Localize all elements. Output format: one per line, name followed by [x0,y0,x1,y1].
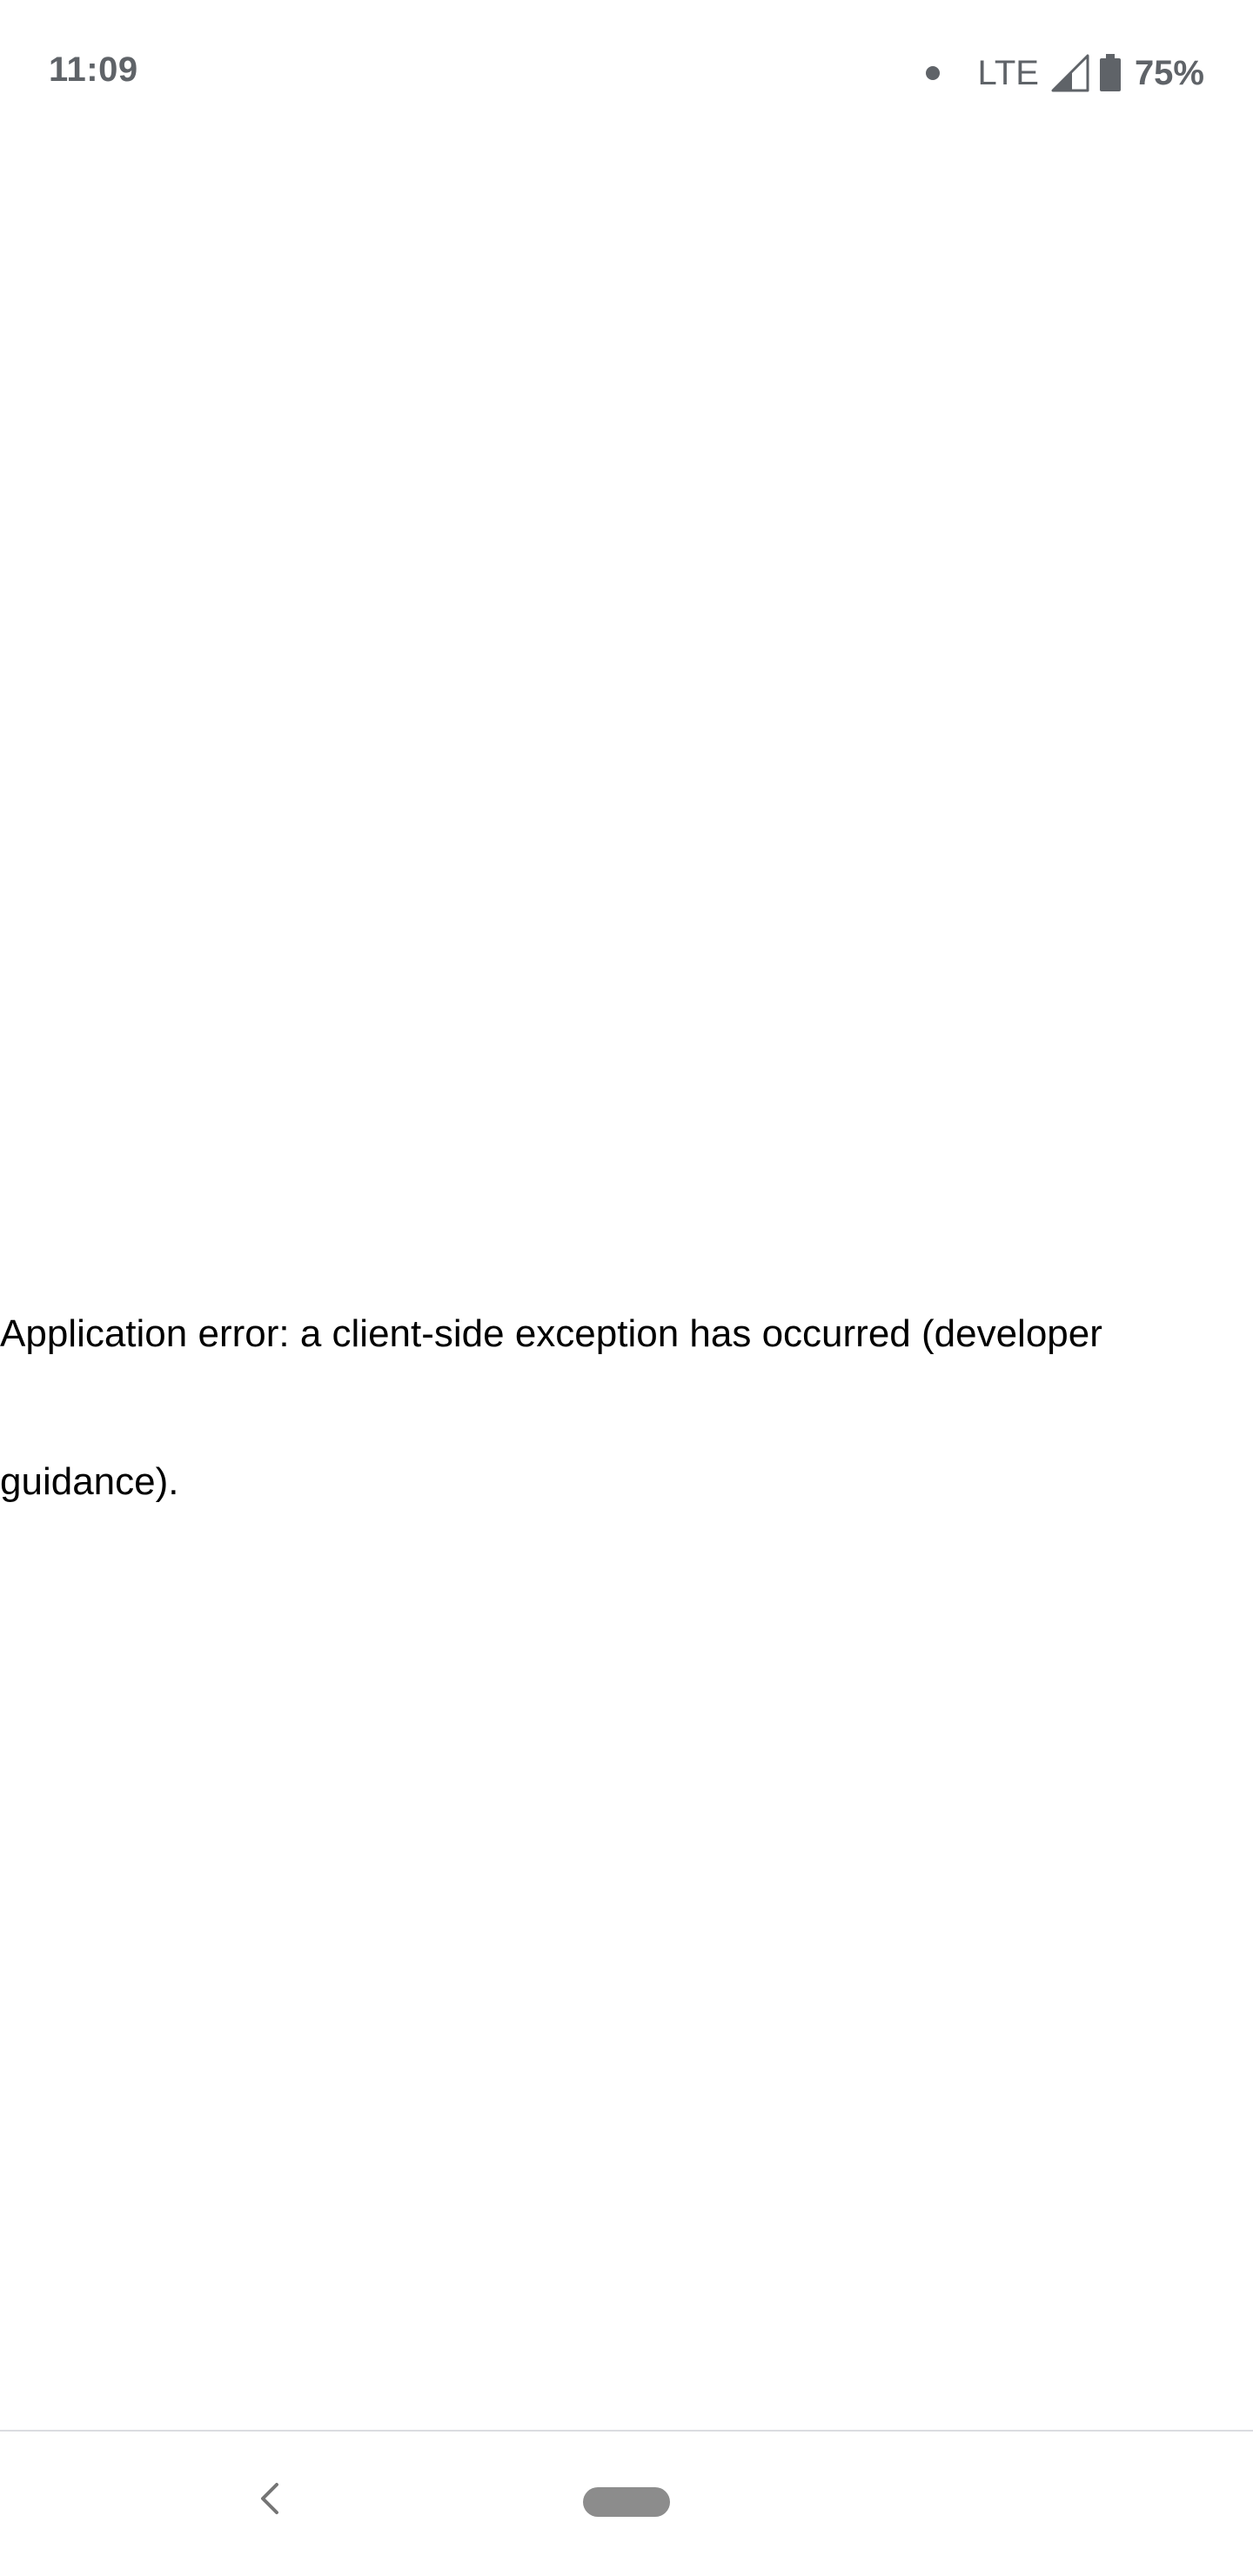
navigation-bar [0,2432,1253,2576]
back-icon [261,2483,278,2514]
battery-icon [1098,54,1122,92]
status-time: 11:09 [49,50,138,89]
error-message: Application error: a client-side excepti… [0,1312,1102,1503]
back-button[interactable] [244,2468,296,2529]
screen: 11:09 LTE 75% Application error: a clien… [0,0,1253,2576]
home-pill-icon[interactable] [583,2487,670,2517]
signal-icon [1051,54,1089,92]
status-indicators: LTE 75% [925,49,1204,97]
notification-dot-icon [925,66,940,80]
battery-percentage: 75% [1134,53,1204,92]
status-bar: 11:09 LTE 75% [0,0,1253,148]
network-type: LTE [977,53,1039,92]
